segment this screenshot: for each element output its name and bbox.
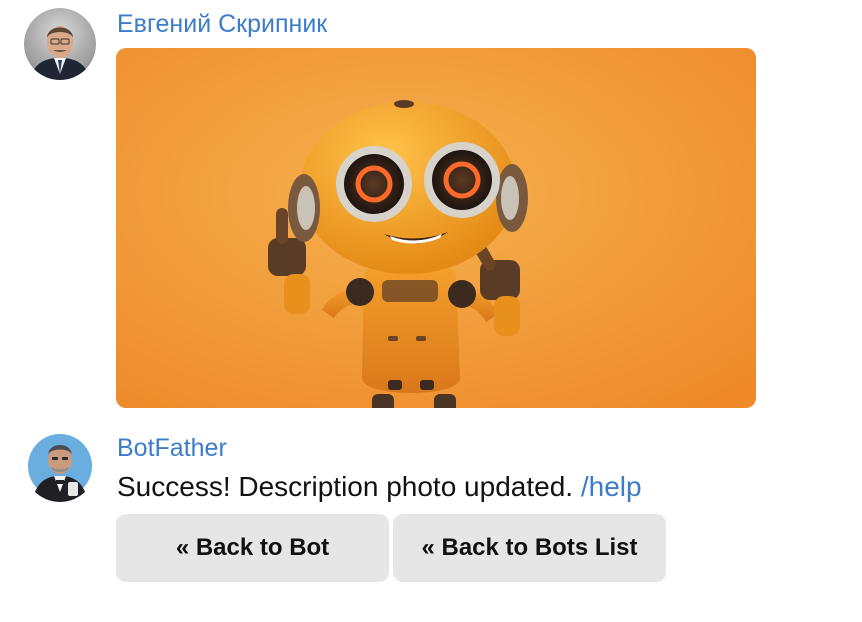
help-command-link[interactable]: /help bbox=[581, 471, 642, 502]
sender-name[interactable]: BotFather bbox=[117, 436, 227, 461]
message-text: Success! Description photo updated. /hel… bbox=[117, 472, 642, 502]
back-to-bots-list-button[interactable]: « Back to Bots List bbox=[393, 514, 666, 582]
message-body: Success! Description photo updated. bbox=[117, 471, 574, 502]
sender-name[interactable]: Евгений Скрипник bbox=[117, 12, 327, 37]
back-to-bot-button[interactable]: « Back to Bot bbox=[116, 514, 389, 582]
botfather-avatar[interactable] bbox=[24, 430, 96, 502]
robot-thumbs-up-photo[interactable] bbox=[116, 48, 756, 408]
user-avatar[interactable] bbox=[24, 8, 96, 80]
